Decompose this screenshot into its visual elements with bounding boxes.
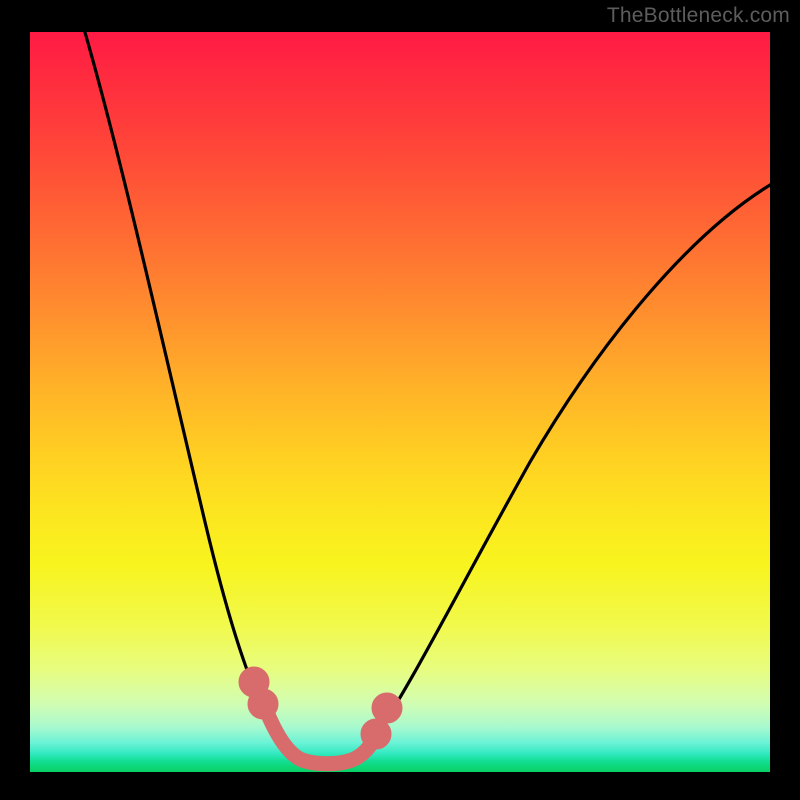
curve-path — [82, 32, 770, 763]
chart-frame: TheBottleneck.com — [0, 0, 800, 800]
bottleneck-curve — [30, 32, 770, 772]
watermark-text: TheBottleneck.com — [607, 4, 790, 28]
plot-area — [30, 32, 770, 772]
optimal-range-marker — [246, 674, 395, 764]
